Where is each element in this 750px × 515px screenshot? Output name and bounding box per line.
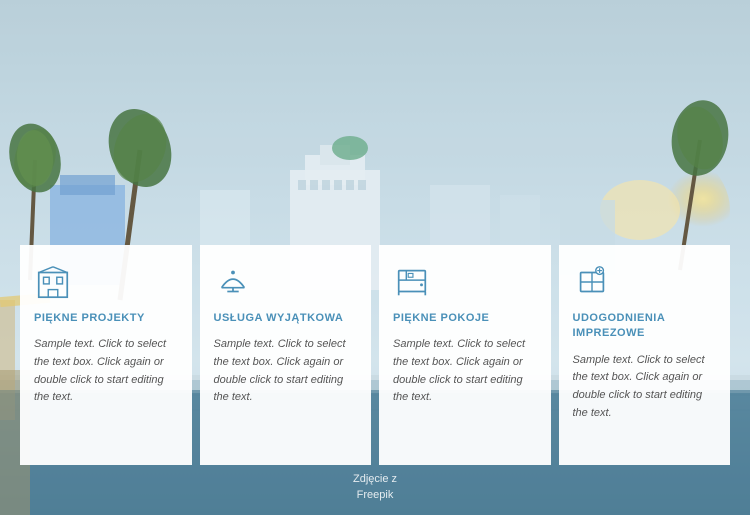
amenities-icon	[573, 263, 611, 301]
card-2-title: USŁUGA WYJĄTKOWA	[214, 311, 358, 326]
card-4-text[interactable]: Sample text. Click to select the text bo…	[573, 352, 717, 422]
card-amenities[interactable]: UDOGODNIENIA IMPREZOWE Sample text. Clic…	[559, 245, 731, 465]
card-beautiful-rooms[interactable]: PIĘKNE POKOJE Sample text. Click to sele…	[379, 245, 551, 465]
card-4-title: UDOGODNIENIA IMPREZOWE	[573, 311, 717, 342]
card-3-title: PIĘKNE POKOJE	[393, 311, 537, 326]
photo-credit-line1: Zdjęcie z	[353, 472, 397, 487]
service-icon	[214, 263, 252, 301]
room-icon	[393, 263, 431, 301]
building-icon	[34, 263, 72, 301]
cards-container: PIĘKNE PROJEKTY Sample text. Click to se…	[0, 245, 750, 465]
card-3-text[interactable]: Sample text. Click to select the text bo…	[393, 336, 537, 406]
card-2-text[interactable]: Sample text. Click to select the text bo…	[214, 336, 358, 406]
photo-credit-line2: Freepik	[353, 488, 397, 503]
card-1-text[interactable]: Sample text. Click to select the text bo…	[34, 336, 178, 406]
card-1-title: PIĘKNE PROJEKTY	[34, 311, 178, 326]
card-beautiful-projects[interactable]: PIĘKNE PROJEKTY Sample text. Click to se…	[20, 245, 192, 465]
photo-credit: Zdjęcie z Freepik	[353, 472, 397, 503]
card-exceptional-service[interactable]: USŁUGA WYJĄTKOWA Sample text. Click to s…	[200, 245, 372, 465]
